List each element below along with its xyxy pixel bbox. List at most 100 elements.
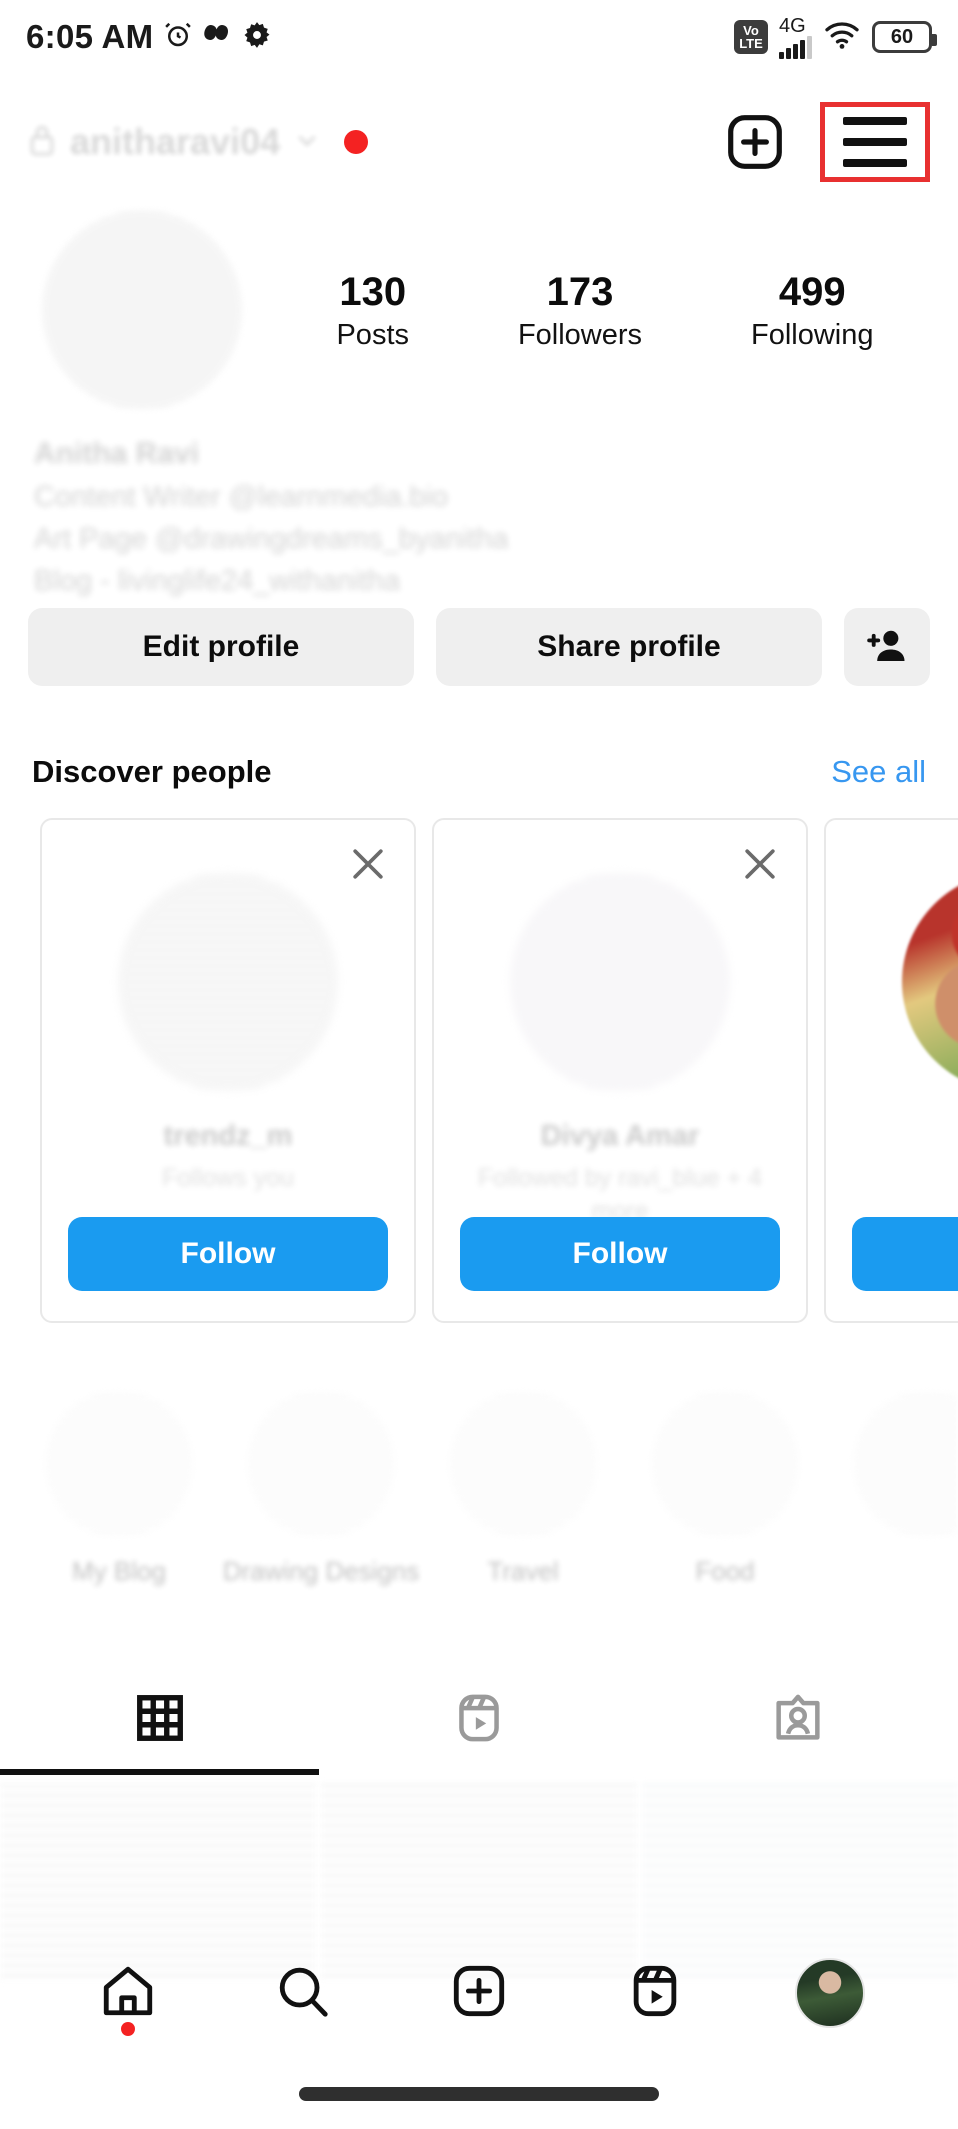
posts-label: Posts (336, 318, 409, 351)
volte-icon: Vo LTE (734, 20, 768, 54)
tagged-icon (771, 1691, 825, 1750)
instagram-profile-screen: 6:05 AM Vo LTE 4G 60 anitharavi04 130 Po… (0, 0, 958, 2129)
suggestion-name: F (844, 1118, 958, 1156)
close-icon[interactable] (346, 842, 390, 886)
tab-tagged[interactable] (639, 1665, 958, 1775)
home-icon (99, 1962, 157, 2025)
suggestion-text: trendz_m Follows you (42, 1118, 414, 1195)
reels-icon (626, 1962, 684, 2025)
highlight-cover (247, 1390, 395, 1538)
status-bar: 6:05 AM Vo LTE 4G 60 (0, 0, 958, 74)
suggestion-card[interactable]: trendz_m Follows you Follow (40, 818, 416, 1323)
suggestion-avatar[interactable] (118, 872, 338, 1092)
profile-summary-row: 130 Posts 173 Followers 499 Following (0, 210, 958, 410)
bio-display-name: Anitha Ravi (34, 437, 200, 470)
battery-icon: 60 (872, 21, 937, 53)
hamburger-menu-icon (843, 117, 907, 167)
volte-bottom-label: LTE (739, 36, 763, 51)
following-count: 499 (778, 269, 846, 314)
nav-create[interactable] (424, 1948, 534, 2038)
suggestion-subtitle: Follows you (162, 1163, 294, 1192)
clock-time: 6:05 AM (26, 18, 154, 55)
highlight-cover (45, 1390, 193, 1538)
discover-people-title: Discover people (32, 754, 272, 789)
close-icon[interactable] (738, 842, 782, 886)
highlight-cover (651, 1390, 799, 1538)
followers-label: Followers (517, 318, 643, 351)
search-icon (274, 1962, 332, 2025)
dnd-icon (203, 20, 233, 55)
share-profile-button[interactable]: Share profile (436, 608, 822, 686)
username-selector[interactable]: anitharavi04 (28, 121, 320, 163)
bio-line-3: Blog - livinglife24_withanitha (34, 564, 400, 597)
highlight-label: My Blog (72, 1556, 166, 1586)
follow-button[interactable]: Follow (460, 1217, 780, 1291)
highlight-item[interactable] (852, 1390, 958, 1620)
suggestion-avatar[interactable] (510, 872, 730, 1092)
discover-people-button[interactable] (844, 608, 930, 686)
create-icon (450, 1962, 508, 2025)
lock-icon (28, 123, 56, 162)
discover-people-carousel[interactable]: trendz_m Follows you Follow Divya Amar F… (0, 818, 958, 1330)
signal-bars-icon (779, 35, 812, 59)
suggestion-avatar[interactable] (902, 872, 958, 1092)
highlight-item[interactable]: Travel (448, 1390, 598, 1620)
profile-bio: Anitha Ravi Content Writer @learnmedia.b… (34, 432, 574, 602)
highlight-label: Food (695, 1556, 755, 1586)
status-bar-left: 6:05 AM (26, 18, 271, 56)
edit-profile-button[interactable]: Edit profile (28, 608, 414, 686)
network-indicator: 4G (779, 16, 812, 59)
network-label: 4G (779, 14, 806, 37)
suggestion-name: Divya Amar (540, 1120, 700, 1152)
highlight-label: Drawing Designs (222, 1556, 420, 1586)
wifi-icon (823, 20, 861, 55)
nav-profile[interactable] (775, 1948, 885, 2038)
stat-followers[interactable]: 173 Followers (518, 269, 642, 352)
create-post-button[interactable] (724, 111, 786, 173)
menu-button[interactable] (820, 102, 930, 182)
bio-line-1: Content Writer @learnmedia.bio (34, 480, 449, 513)
see-all-link[interactable]: See all (831, 754, 926, 790)
nav-home[interactable] (73, 1948, 183, 2038)
header-actions (724, 102, 930, 182)
follow-button[interactable]: Follow (852, 1217, 958, 1291)
suggestion-text: Divya Amar Followed by ravi_blue + 4 mor… (434, 1118, 806, 1228)
suggestion-name: trendz_m (163, 1120, 293, 1152)
profile-header: anitharavi04 (0, 92, 958, 192)
bottom-navigation-bar (0, 1933, 958, 2053)
nav-search[interactable] (248, 1948, 358, 2038)
profile-avatar[interactable] (42, 210, 242, 410)
stat-posts[interactable]: 130 Posts (336, 269, 409, 352)
discover-people-header: Discover people See all (0, 742, 958, 802)
active-tab-indicator (0, 1769, 319, 1775)
suggestion-text: F livingin (826, 1118, 958, 1195)
follow-button[interactable]: Follow (68, 1217, 388, 1291)
highlight-item[interactable]: My Blog (44, 1390, 194, 1620)
highlight-item[interactable]: Drawing Designs (223, 1390, 419, 1620)
nav-reels[interactable] (600, 1948, 710, 2038)
bio-line-2: Art Page @drawingdreams_byanitha (34, 522, 509, 555)
highlight-cover (449, 1390, 597, 1538)
battery-level: 60 (890, 25, 914, 48)
profile-content-tabs (0, 1665, 958, 1775)
stat-following[interactable]: 499 Following (751, 269, 874, 352)
profile-stats: 130 Posts 173 Followers 499 Following (242, 269, 958, 352)
grid-icon (133, 1691, 187, 1750)
suggestion-card[interactable]: Divya Amar Followed by ravi_blue + 4 mor… (432, 818, 808, 1323)
highlight-item[interactable]: Food (650, 1390, 800, 1620)
gear-icon (243, 21, 271, 54)
profile-action-buttons: Edit profile Share profile (0, 608, 958, 686)
tab-grid[interactable] (0, 1665, 319, 1775)
tab-reels[interactable] (319, 1665, 638, 1775)
chevron-down-icon (294, 127, 320, 158)
followers-count: 173 (546, 269, 614, 314)
suggestion-card[interactable]: F livingin Follow (824, 818, 958, 1323)
profile-avatar-icon (795, 1958, 866, 2028)
posts-count: 130 (339, 269, 407, 314)
home-notification-badge (120, 2022, 135, 2036)
reels-icon (452, 1691, 506, 1750)
story-highlights[interactable]: My Blog Drawing Designs Travel Food (0, 1390, 958, 1620)
highlight-label: Travel (487, 1556, 559, 1586)
system-home-indicator (299, 2087, 659, 2101)
suggestion-subtitle: livingin (844, 1162, 958, 1195)
